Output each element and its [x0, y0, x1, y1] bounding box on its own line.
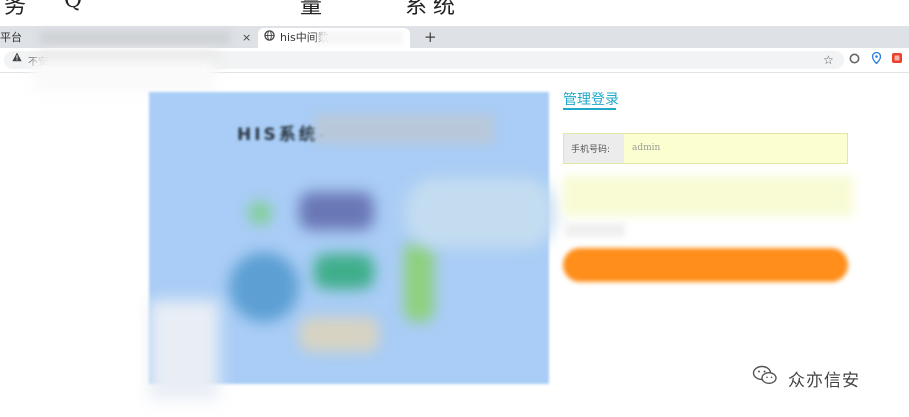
warning-icon — [12, 52, 22, 65]
illustration-block — [299, 317, 379, 352]
extension-icon[interactable] — [891, 52, 903, 68]
illustration-block — [299, 192, 374, 230]
redacted-area — [149, 300, 219, 400]
tab-bar: 平台 × his中间数 + — [0, 26, 909, 48]
star-icon[interactable]: ☆ — [823, 52, 834, 68]
top-strip: 务 Q 量 系 统 — [0, 0, 909, 26]
top-glyph: 量 — [300, 0, 323, 19]
new-tab-button[interactable]: + — [424, 28, 437, 46]
password-field[interactable] — [563, 176, 853, 216]
phone-input-value[interactable]: admin — [632, 143, 660, 153]
illustration-cloud — [405, 178, 555, 248]
browser-tab[interactable]: 平台 × — [0, 28, 258, 48]
location-pin-icon[interactable] — [871, 51, 882, 68]
globe-icon — [264, 28, 275, 48]
wechat-icon — [752, 365, 778, 385]
heading-underline — [563, 108, 616, 110]
redacted-area — [32, 60, 216, 92]
illustration-block — [249, 202, 271, 224]
phone-label: 手机号码: — [571, 145, 611, 155]
illustration-block — [404, 242, 434, 322]
close-icon[interactable]: × — [242, 28, 251, 48]
remember-checkbox[interactable] — [565, 223, 625, 237]
illustration-block — [229, 252, 299, 322]
top-glyph: 统 — [433, 0, 456, 19]
tab-title-redacted — [40, 31, 230, 45]
login-heading: 管理登录 — [563, 92, 619, 108]
top-glyph: 系 — [405, 0, 428, 19]
tab-label: 平台 — [0, 31, 22, 44]
top-glyph: Q — [64, 0, 83, 13]
watermark-text: 众亦信安 — [788, 371, 860, 391]
phone-field[interactable]: 手机号码: admin — [563, 133, 848, 164]
tab-title-redacted — [318, 31, 403, 45]
illustration-block — [314, 254, 374, 289]
browser-tab-active[interactable]: his中间数 — [258, 28, 410, 48]
top-glyph: 务 — [4, 0, 27, 19]
system-title-redacted — [314, 114, 494, 144]
circle-icon[interactable] — [849, 52, 860, 68]
login-button[interactable] — [563, 248, 848, 282]
